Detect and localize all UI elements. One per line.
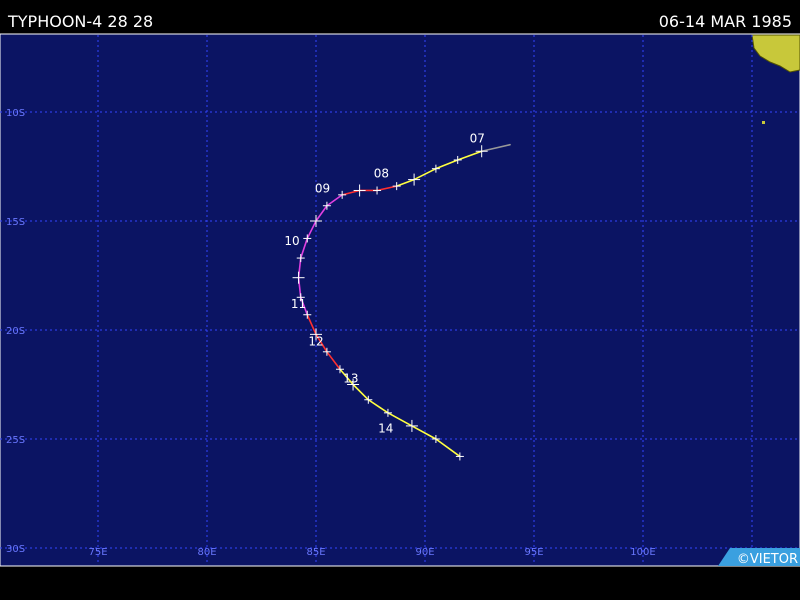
lat-label: 20S [6, 326, 25, 337]
day-label: 10 [284, 234, 299, 248]
lon-label: 95E [524, 547, 543, 558]
lon-label: 100E [630, 547, 655, 558]
day-label: 09 [315, 182, 330, 196]
island [762, 121, 765, 124]
lon-label: 90E [415, 547, 434, 558]
lat-label: 10S [6, 108, 25, 119]
ocean-area [0, 33, 800, 567]
track-map: 07 08 09 10 11 12 13 14 10S 15S 20S 25S 30S 75E 80E 85… [0, 33, 800, 567]
lon-label: 80E [197, 547, 216, 558]
credit-badge: ©VIETOR [718, 548, 800, 567]
lon-label: 85E [306, 547, 325, 558]
day-label: 11 [291, 297, 306, 311]
day-label: 08 [374, 166, 389, 180]
day-label: 07 [470, 132, 485, 146]
day-label: 12 [308, 334, 323, 348]
day-label: 13 [343, 371, 358, 385]
lon-label: 75E [88, 547, 107, 558]
credit-text: ©VIETOR [737, 552, 798, 567]
day-label: 14 [378, 421, 393, 435]
lat-label: 30S [6, 544, 25, 555]
lat-label: 15S [6, 217, 25, 228]
lat-label: 25S [6, 435, 25, 446]
